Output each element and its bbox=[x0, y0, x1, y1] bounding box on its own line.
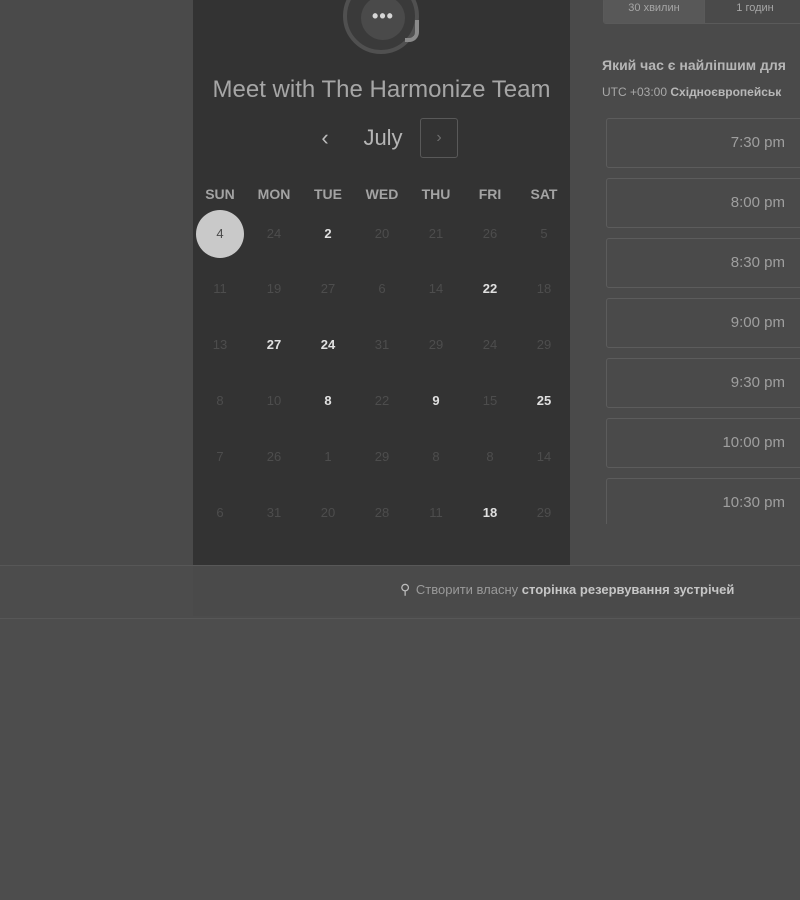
calendar-day: 31 bbox=[374, 337, 390, 352]
calendar-day: 22 bbox=[374, 393, 390, 408]
time-slot-label: 8:30 pm bbox=[730, 254, 785, 271]
duration-tabs: 30 хвилин 1 годин bbox=[603, 0, 800, 24]
calendar-day: 14 bbox=[428, 281, 444, 296]
time-slot-button[interactable]: 9:30 pm bbox=[606, 358, 800, 408]
time-slot-button[interactable]: 8:30 pm bbox=[606, 238, 800, 288]
selected-day-bubble: 4 bbox=[196, 210, 244, 258]
time-slot-button[interactable]: 7:30 pm bbox=[606, 118, 800, 168]
weekday-label: TUE bbox=[314, 186, 342, 202]
time-slot-label: 7:30 pm bbox=[730, 134, 785, 151]
calendar-day: 8 bbox=[216, 393, 224, 408]
previous-month-button[interactable]: ‹ bbox=[310, 124, 340, 154]
weekday-label: SUN bbox=[205, 186, 235, 202]
calendar-day: 24 bbox=[266, 226, 282, 241]
calendar-day: 14 bbox=[536, 449, 552, 464]
weekday-label: WED bbox=[365, 186, 399, 202]
calendar-day: 29 bbox=[536, 505, 552, 520]
calendar-day-selected[interactable]: 4 bbox=[193, 210, 247, 258]
calendar-day: 31 bbox=[266, 505, 282, 520]
next-month-button[interactable]: › bbox=[420, 118, 458, 158]
time-slot-button[interactable]: 8:00 pm bbox=[606, 178, 800, 228]
calendar-day: 24 bbox=[482, 337, 498, 352]
calendar-day: 27 bbox=[320, 281, 336, 296]
calendar-day: 29 bbox=[428, 337, 444, 352]
calendar-day: 26 bbox=[482, 226, 498, 241]
weekday-label: FRI bbox=[478, 186, 502, 202]
calendar-day[interactable]: 24 bbox=[301, 325, 355, 365]
time-slot-label: 10:00 pm bbox=[722, 434, 785, 451]
time-slot-button[interactable]: 9:00 pm bbox=[606, 298, 800, 348]
time-slot-button[interactable]: 10:00 pm bbox=[606, 418, 800, 468]
time-slot-label: 10:30 pm bbox=[722, 494, 785, 511]
time-question: Який час є найліпшим для bbox=[602, 57, 786, 73]
calendar-day: 7 bbox=[216, 449, 224, 464]
timezone-name: Східноєвропейськ bbox=[670, 85, 782, 99]
calendar-day: 18 bbox=[536, 281, 552, 296]
calendar-day: 10 bbox=[266, 393, 282, 408]
calendar-day[interactable]: 2 bbox=[301, 214, 355, 254]
duration-tab[interactable]: 30 хвилин bbox=[604, 0, 705, 23]
duration-tab[interactable]: 1 годин bbox=[705, 0, 800, 23]
calendar-day: 19 bbox=[266, 281, 282, 296]
calendar-day: 20 bbox=[374, 226, 390, 241]
calendar-day: 11 bbox=[429, 505, 443, 520]
weekday-label: MON bbox=[257, 186, 291, 202]
weekday-label: THU bbox=[421, 186, 451, 202]
footer-card: ⚲ Створити власну сторінка резервування … bbox=[193, 565, 800, 616]
calendar-day: 20 bbox=[320, 505, 336, 520]
month-navigation: ‹ July › bbox=[193, 118, 570, 160]
weekday-label: SAT bbox=[530, 186, 558, 202]
page-title: Meet with The Harmonize Team bbox=[212, 76, 551, 103]
calendar-day: 26 bbox=[266, 449, 282, 464]
calendar-day: 8 bbox=[486, 449, 494, 464]
month-label: July bbox=[363, 125, 403, 150]
time-slots-panel: 30 хвилин 1 годин Який час є найліпшим дл… bbox=[570, 0, 800, 565]
calendar-day[interactable]: 8 bbox=[301, 381, 355, 421]
time-slot-label: 9:00 pm bbox=[730, 314, 785, 331]
calendar-day: 28 bbox=[374, 505, 390, 520]
calendar-day: 6 bbox=[378, 281, 386, 296]
calendar-day: 1 bbox=[324, 449, 332, 464]
calendar-day: 5 bbox=[540, 226, 548, 241]
time-slot-label: 9:30 pm bbox=[730, 374, 785, 391]
calendar-grid: 4 24 2 20 21 26 5 11 19 27 6 14 22 18 13 27 24 31 29 24 29 8 1… bbox=[193, 206, 570, 546]
time-slot-button[interactable]: 10:30 pm bbox=[606, 478, 800, 524]
magic-wand-icon: ⚲ bbox=[400, 581, 411, 597]
calendar-day[interactable]: 18 bbox=[463, 493, 517, 533]
calendar-day: 29 bbox=[374, 449, 390, 464]
weekday-header: SUN MON TUE WED THU FRI SAT bbox=[193, 186, 570, 206]
calendar-day: 29 bbox=[536, 337, 552, 352]
create-booking-page-link[interactable]: ⚲ Створити власну сторінка резервування … bbox=[400, 581, 734, 598]
calendar-day[interactable]: 27 bbox=[247, 325, 301, 365]
footer-bold: сторінка резервування зустрічей bbox=[521, 582, 735, 597]
timezone-offset: UTC +03:00 bbox=[602, 85, 668, 99]
calendar-day[interactable]: 25 bbox=[517, 381, 571, 421]
footer-prefix: Створити власну bbox=[415, 582, 519, 597]
calendar-day: 11 bbox=[213, 281, 227, 296]
calendar-day: 6 bbox=[216, 505, 224, 520]
calendar-day[interactable]: 22 bbox=[463, 269, 517, 309]
calendar-day: 13 bbox=[212, 337, 228, 352]
timezone-label[interactable]: UTC +03:00 Східноєвропейськ bbox=[602, 85, 781, 99]
calendar-day: 21 bbox=[428, 226, 444, 241]
calendar-day: 8 bbox=[432, 449, 440, 464]
time-slot-list: 7:30 pm 8:00 pm 8:30 pm 9:00 pm 9:30 pm 10:00… bbox=[606, 118, 800, 524]
time-slot-label: 8:00 pm bbox=[730, 194, 785, 211]
calendar-day[interactable]: 9 bbox=[409, 381, 463, 421]
calendar-day: 15 bbox=[482, 393, 498, 408]
